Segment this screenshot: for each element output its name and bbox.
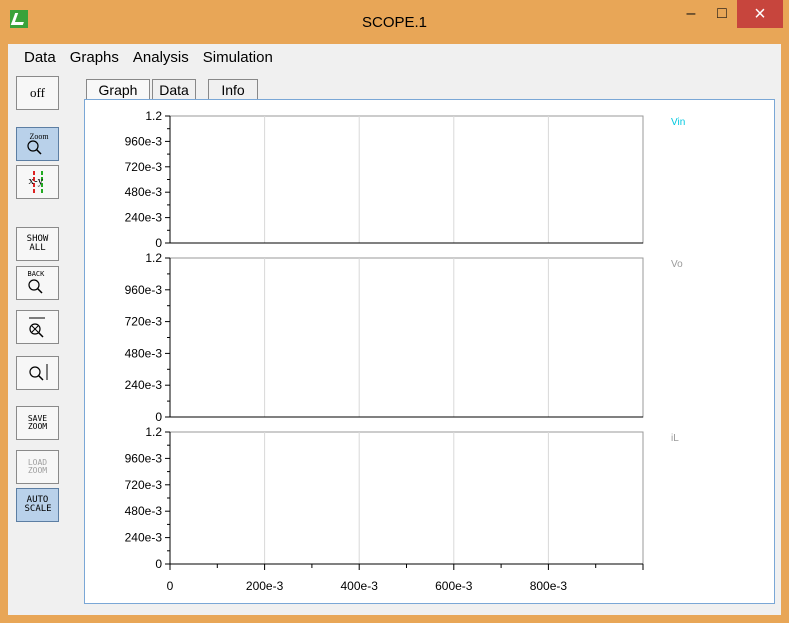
x-tick-label: 400e-3 <box>341 579 379 593</box>
zoom-button[interactable]: Zoom <box>16 127 59 161</box>
series-label: Vin <box>671 117 685 128</box>
close-button[interactable]: × <box>737 0 783 28</box>
plot-area <box>169 257 644 418</box>
y-tick-label: 720e-3 <box>125 160 163 174</box>
auto-scale-button[interactable]: AUTO SCALE <box>16 488 59 522</box>
y-tick-label: 240e-3 <box>125 211 163 225</box>
series-label: iL <box>671 433 679 444</box>
zoom-x-button[interactable] <box>16 310 59 344</box>
y-tick-label: 0 <box>155 410 162 424</box>
y-tick-label: 0 <box>155 557 162 571</box>
y-tick-label: 960e-3 <box>125 134 163 148</box>
menu-data[interactable]: Data <box>24 49 56 66</box>
save-zoom-label: SAVE ZOOM <box>27 414 48 431</box>
back-zoom-icon: BACK <box>26 270 50 296</box>
zoom-y-button[interactable] <box>16 356 59 390</box>
x-y-label: x-y <box>28 175 44 187</box>
off-label: off <box>30 85 45 100</box>
tab-info[interactable]: Info <box>208 79 258 99</box>
x-tick-label: 800e-3 <box>530 579 568 593</box>
y-tick-label: 960e-3 <box>125 451 163 465</box>
y-tick-label: 720e-3 <box>125 478 163 492</box>
scope-window: SCOPE.1 – □ × Data Graphs Analysis Simul… <box>0 0 789 623</box>
x-y-cursor-button[interactable]: x-y <box>16 165 59 199</box>
back-zoom-button[interactable]: BACK <box>16 266 59 300</box>
series-label: Vo <box>671 259 683 270</box>
y-tick-label: 240e-3 <box>125 378 163 392</box>
x-y-cursor-icon: x-y <box>25 169 51 195</box>
y-tick-label: 960e-3 <box>125 283 163 297</box>
tab-graph[interactable]: Graph <box>86 79 150 99</box>
show-all-button[interactable]: SHOW ALL <box>16 227 59 261</box>
plot-area <box>169 115 644 244</box>
plot-area <box>169 431 644 565</box>
y-tick-label: 480e-3 <box>125 346 163 360</box>
menu-bar: Data Graphs Analysis Simulation <box>8 44 781 70</box>
graph-panel: 0 240e-3 480e-3 720e-3 960e-3 1.2 Vin 0 240e-3 48… <box>84 99 775 604</box>
minimize-button[interactable]: – <box>676 0 706 28</box>
auto-scale-label: AUTO SCALE <box>24 495 52 514</box>
y-tick-label: 240e-3 <box>125 531 163 545</box>
y-tick-label: 480e-3 <box>125 504 163 518</box>
menu-analysis[interactable]: Analysis <box>133 49 189 66</box>
y-tick-label: 480e-3 <box>125 185 163 199</box>
show-all-label: SHOW ALL <box>26 234 49 253</box>
y-tick-label: 1.2 <box>145 109 162 123</box>
y-tick-label: 720e-3 <box>125 315 163 329</box>
window-title: SCOPE.1 <box>361 14 428 31</box>
title-bar[interactable]: SCOPE.1 – □ × <box>0 0 789 44</box>
zoom-icon: Zoom <box>26 132 50 156</box>
zoom-vertical-icon <box>28 364 47 381</box>
scope-chart[interactable]: 0 240e-3 480e-3 720e-3 960e-3 1.2 Vin 0 240e-3 48… <box>85 100 776 605</box>
menu-simulation[interactable]: Simulation <box>203 49 273 66</box>
x-tick-label: 200e-3 <box>246 579 284 593</box>
menu-graphs[interactable]: Graphs <box>70 49 119 66</box>
zoom-horizontal-icon <box>28 317 45 338</box>
y-tick-label: 1.2 <box>145 251 162 265</box>
y-tick-label: 0 <box>155 236 162 250</box>
maximize-button[interactable]: □ <box>707 0 737 28</box>
off-button[interactable]: off <box>16 76 59 110</box>
save-zoom-button[interactable]: SAVE ZOOM <box>16 406 59 440</box>
load-zoom-button[interactable]: LOAD ZOOM <box>16 450 59 484</box>
load-zoom-label: LOAD ZOOM <box>27 458 48 475</box>
x-tick-label: 0 <box>167 579 174 593</box>
x-tick-label: 600e-3 <box>435 579 473 593</box>
tab-data[interactable]: Data <box>152 79 196 99</box>
y-tick-label: 1.2 <box>145 425 162 439</box>
